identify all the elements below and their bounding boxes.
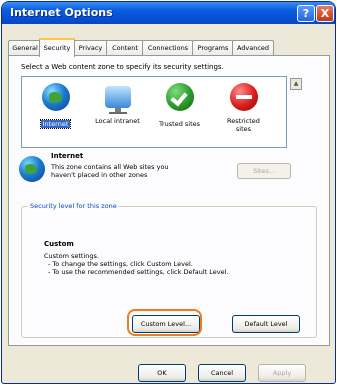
zone-instruction: Select a Web content zone to specify its…	[21, 63, 224, 71]
computer-network-icon	[104, 86, 131, 114]
tab-privacy[interactable]: Privacy	[73, 40, 108, 55]
help-button[interactable]: ?	[297, 5, 315, 22]
zone-label-trusted-sites: Trusted sites	[158, 120, 201, 128]
help-icon: ?	[302, 7, 310, 20]
tab-general[interactable]: General	[8, 40, 42, 55]
zone-internet[interactable]: Internet	[28, 83, 83, 130]
tab-advanced[interactable]: Advanced	[232, 40, 274, 55]
zone-list: Internet Local intranet Trusted sites Re…	[21, 76, 287, 148]
zone-restricted-sites[interactable]: Restricted sites	[216, 83, 271, 135]
sites-button[interactable]: Sites...	[237, 163, 291, 179]
no-entry-icon	[229, 83, 258, 111]
security-level-group-title: Security level for this zone	[28, 202, 119, 210]
title-bar[interactable]: Internet Options ? X	[2, 2, 335, 24]
cancel-button[interactable]: Cancel	[198, 364, 246, 382]
default-level-hint: - To use the recommended settings, click…	[48, 268, 229, 276]
tab-connections[interactable]: Connections	[142, 40, 194, 55]
globe-icon	[41, 83, 70, 111]
security-panel: Select a Web content zone to specify its…	[8, 55, 330, 346]
zone-trusted-sites[interactable]: Trusted sites	[152, 83, 207, 130]
tab-security[interactable]: Security	[39, 38, 75, 57]
zone-label-internet: Internet	[39, 119, 72, 129]
close-button[interactable]: X	[316, 5, 334, 22]
globe-icon	[19, 156, 45, 182]
zone-local-intranet[interactable]: Local intranet	[90, 83, 145, 127]
custom-level-hint: - To change the settings, click Custom L…	[48, 260, 193, 268]
zone-scroll-up-icon[interactable]: ▲	[290, 78, 302, 90]
internet-options-window: Internet Options ? X General Security Pr…	[2, 2, 335, 383]
custom-level-title: Custom	[44, 240, 74, 248]
check-icon	[165, 83, 194, 111]
close-icon: X	[320, 7, 330, 20]
ok-button[interactable]: OK	[138, 364, 186, 382]
tab-programs[interactable]: Programs	[192, 40, 234, 55]
window-title: Internet Options	[10, 6, 113, 19]
apply-button[interactable]: Apply	[258, 364, 306, 382]
tab-content[interactable]: Content	[106, 40, 144, 55]
default-level-button[interactable]: Default Level	[232, 315, 300, 333]
custom-level-highlight	[127, 309, 202, 336]
tab-strip: General Security Privacy Content Connect…	[8, 38, 330, 57]
zone-label-restricted-sites: Restricted sites	[227, 117, 260, 133]
selected-zone-description: This zone contains all Web sites you hav…	[51, 163, 169, 179]
zone-label-local-intranet: Local intranet	[95, 117, 140, 125]
custom-settings-line: Custom settings.	[44, 252, 99, 260]
selected-zone-name: Internet	[51, 152, 84, 160]
